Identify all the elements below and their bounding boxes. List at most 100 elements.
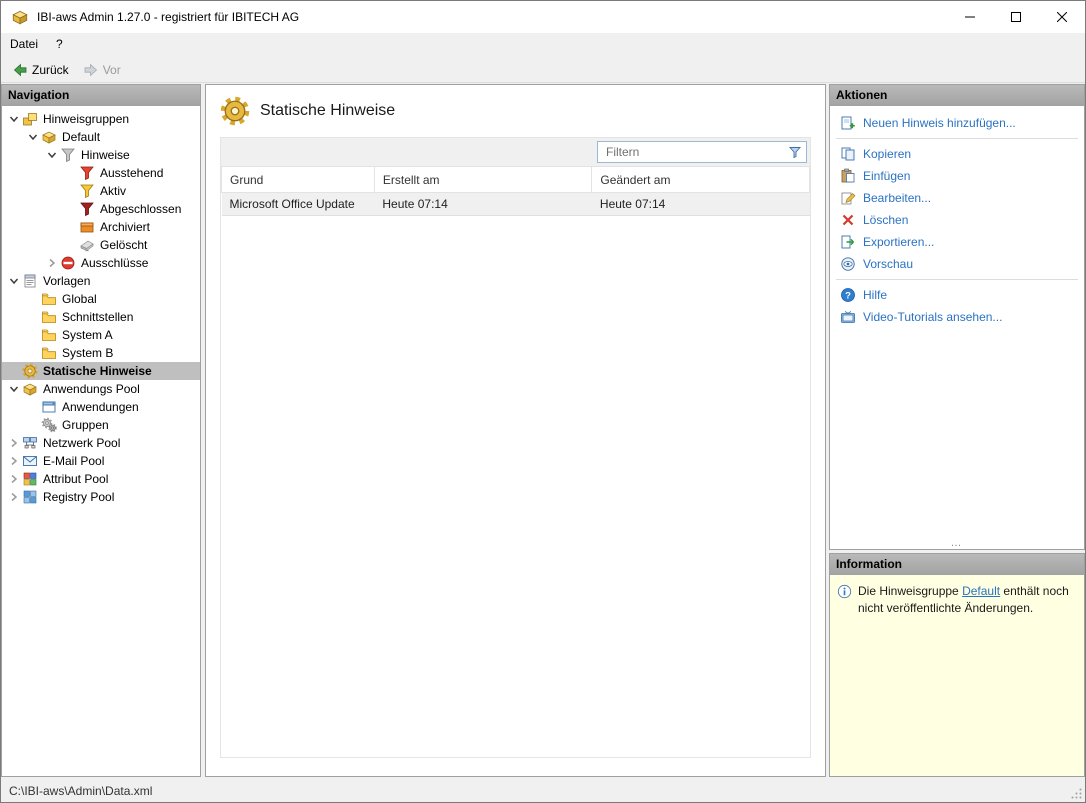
navigation-toolbar: Zurück Vor [1,57,1085,83]
information-text: Die Hinweisgruppe Default enthält noch n… [858,583,1077,618]
tree-item-anwendungs-pool[interactable]: Anwendungs Pool [2,380,200,398]
back-button[interactable]: Zurück [5,60,76,80]
main-panel: Statische Hinweise GrundErstellt amGeänd… [205,84,826,777]
statusbar: C:\IBI-aws\Admin\Data.xml [1,780,1085,802]
gears-icon [41,417,57,433]
chevron-right-icon[interactable] [6,435,22,451]
tree-item-hinweisgruppen[interactable]: Hinweisgruppen [2,110,200,128]
close-button[interactable] [1039,1,1085,33]
folder-icon [41,327,57,343]
minimize-button[interactable] [947,1,993,33]
copy-icon [840,146,856,162]
box-yellow-icon [22,381,38,397]
information-panel: Information Die Hinweisgruppe Default en… [829,553,1085,777]
chevron-down-icon[interactable] [6,111,22,127]
chevron-down-icon[interactable] [6,273,22,289]
actions-overflow-indicator[interactable]: … [830,538,1084,548]
tree-item-label: System B [62,346,113,360]
tree-item-label: Anwendungs Pool [43,382,140,396]
tree-item-system-b[interactable]: System B [2,344,200,362]
mail-icon [22,453,38,469]
titlebar: IBI-aws Admin 1.27.0 - registriert für I… [1,1,1085,33]
action-loeschen[interactable]: Löschen [834,209,1080,231]
default-group-link[interactable]: Default [962,584,1000,598]
tree-item-label: Ausstehend [100,166,163,180]
action-einfuegen[interactable]: Einfügen [834,165,1080,187]
tree-indent-spacer [25,399,41,415]
action-bearbeiten[interactable]: Bearbeiten... [834,187,1080,209]
action-video-tutorials-ansehen[interactable]: Video-Tutorials ansehen... [834,306,1080,328]
app-window-icon [41,399,57,415]
column-header-grund[interactable]: Grund [222,167,375,193]
table-row[interactable]: Microsoft Office UpdateHeute 07:14Heute … [222,193,810,216]
actions-separator [836,279,1078,280]
chevron-right-icon[interactable] [6,489,22,505]
actions-separator [836,138,1078,139]
forward-arrow-icon [83,62,99,78]
info-text-before: Die Hinweisgruppe [858,584,962,598]
tree-item-global[interactable]: Global [2,290,200,308]
tree-item-statische-hinweise[interactable]: Statische Hinweise [2,362,200,380]
resize-grip[interactable] [1070,787,1083,800]
action-hilfe[interactable]: ?Hilfe [834,284,1080,306]
column-header-erstellt-am[interactable]: Erstellt am [374,167,592,193]
menu-help[interactable]: ? [47,33,72,57]
tree-item-anwendungen[interactable]: Anwendungen [2,398,200,416]
action-exportieren[interactable]: Exportieren... [834,231,1080,253]
tree-item-hinweise[interactable]: Hinweise [2,146,200,164]
chevron-right-icon[interactable] [6,471,22,487]
tree-item-registry-pool[interactable]: Registry Pool [2,488,200,506]
tree-item-ausstehend[interactable]: Ausstehend [2,164,200,182]
tree-item-gruppen[interactable]: Gruppen [2,416,200,434]
folder-icon [41,291,57,307]
menu-datei[interactable]: Datei [1,33,47,57]
tree-indent-spacer [25,309,41,325]
action-kopieren[interactable]: Kopieren [834,143,1080,165]
svg-text:?: ? [845,290,851,301]
funnel-red-icon [79,165,95,181]
tree-item-attribut-pool[interactable]: Attribut Pool [2,470,200,488]
tree-item-geloescht[interactable]: Gelöscht [2,236,200,254]
table-header-row: GrundErstellt amGeändert am [222,167,810,193]
action-vorschau[interactable]: Vorschau [834,253,1080,275]
hints-list-region: GrundErstellt amGeändert am Microsoft Of… [220,137,811,758]
tree-item-aktiv[interactable]: Aktiv [2,182,200,200]
tree-item-e-mail-pool[interactable]: E-Mail Pool [2,452,200,470]
tree-indent-spacer [63,237,79,253]
tree-item-netzwerk-pool[interactable]: Netzwerk Pool [2,434,200,452]
tree-item-default[interactable]: Default [2,128,200,146]
action-neuen-hinweis-hinzufuegen[interactable]: Neuen Hinweis hinzufügen... [834,112,1080,134]
actions-list: Neuen Hinweis hinzufügen... Kopieren Einfü… [830,106,1084,334]
chevron-down-icon[interactable] [25,129,41,145]
filter-funnel-icon[interactable] [787,144,803,160]
chevron-down-icon[interactable] [6,381,22,397]
app-logo-icon [11,8,29,26]
tree-item-vorlagen[interactable]: Vorlagen [2,272,200,290]
information-panel-header: Information [830,554,1084,575]
tree-indent-spacer [63,183,79,199]
forward-button-label: Vor [103,63,121,77]
preview-icon [840,256,856,272]
tree-item-system-a[interactable]: System A [2,326,200,344]
main-header: Statische Hinweise [206,85,825,135]
group-stack-icon [22,111,38,127]
column-header-geaendert-am[interactable]: Geändert am [592,167,810,193]
tree-item-label: Anwendungen [62,400,139,414]
forward-button[interactable]: Vor [76,60,128,80]
tree-item-label: Archiviert [100,220,150,234]
chevron-down-icon[interactable] [44,147,60,163]
filter-input[interactable] [598,143,787,161]
tree-item-ausschluesse[interactable]: Ausschlüsse [2,254,200,272]
chevron-right-icon[interactable] [44,255,60,271]
tree-item-schnittstellen[interactable]: Schnittstellen [2,308,200,326]
tree-item-label: Hinweisgruppen [43,112,129,126]
filter-input-wrap [597,141,807,163]
group-box-icon [41,129,57,145]
action-label: Einfügen [863,169,910,183]
tree-item-archiviert[interactable]: Archiviert [2,218,200,236]
funnel-darkred-icon [79,201,95,217]
chevron-right-icon[interactable] [6,453,22,469]
maximize-button[interactable] [993,1,1039,33]
table-empty-area [221,216,810,757]
tree-item-abgeschlossen[interactable]: Abgeschlossen [2,200,200,218]
